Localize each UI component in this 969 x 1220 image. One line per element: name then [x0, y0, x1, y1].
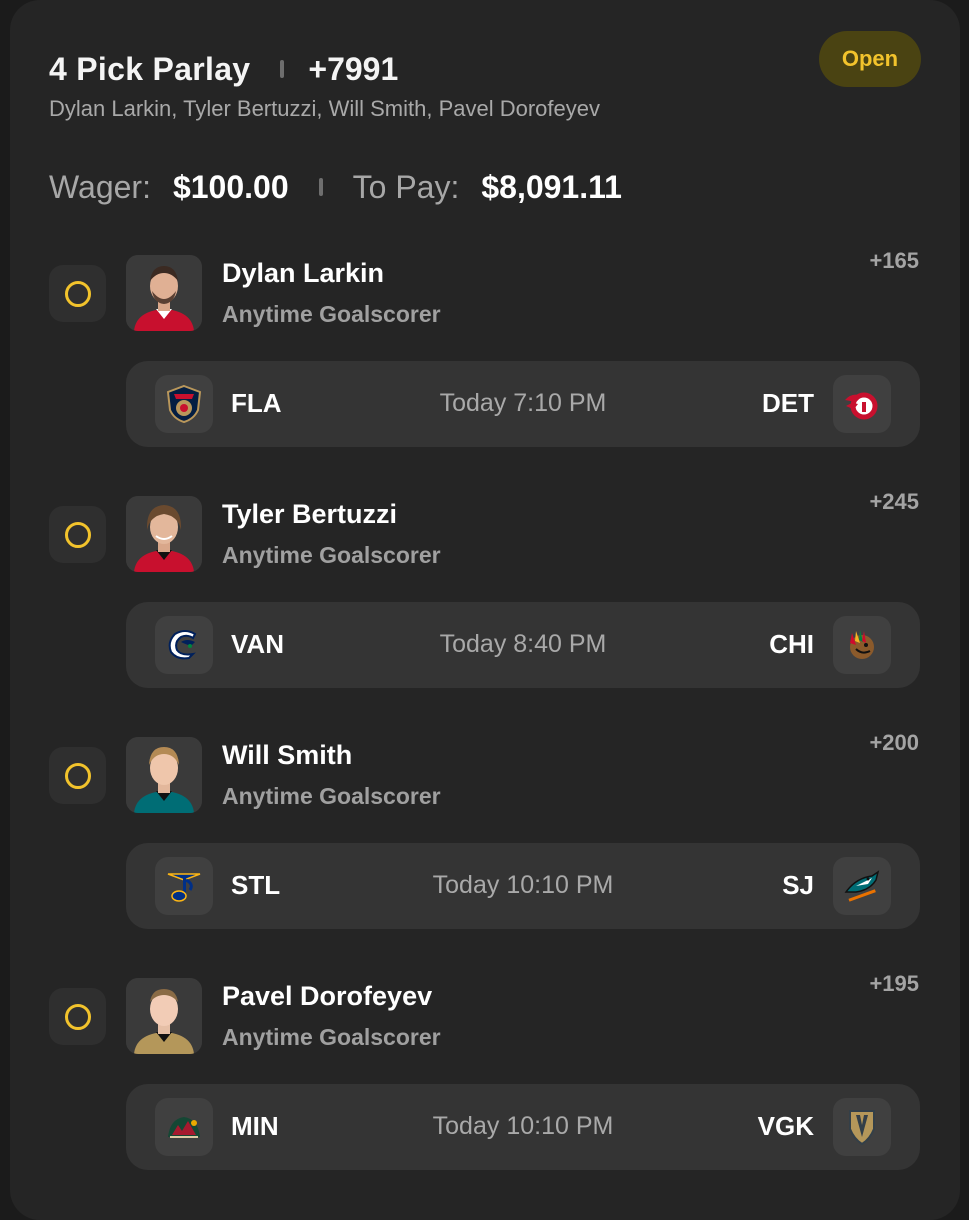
player-headshot-image	[126, 737, 202, 813]
pick-odds: +200	[869, 730, 919, 755]
market-label: Anytime Goalscorer	[222, 1024, 441, 1050]
pick-odds: +165	[869, 248, 919, 273]
player-name: Dylan Larkin	[222, 258, 385, 288]
title-divider	[280, 60, 285, 78]
pick-status-toggle[interactable]	[49, 988, 106, 1045]
wager-value: $100.00	[172, 168, 289, 205]
player-name: Tyler Bertuzzi	[222, 499, 398, 529]
title-row: 4 Pick Parlay +7991	[49, 50, 921, 88]
pending-circle-icon	[64, 762, 91, 789]
home-team: VGK	[757, 1111, 814, 1141]
golden-knights-logo-icon	[833, 1098, 891, 1156]
pick-status-toggle[interactable]	[49, 265, 106, 322]
to-pay-value: $8,091.11	[481, 168, 622, 205]
market-label: Anytime Goalscorer	[222, 542, 441, 568]
wager-divider	[318, 178, 323, 196]
home-team: SJ	[782, 870, 814, 900]
pick-row: Dylan Larkin Anytime Goalscorer +165 FLA…	[0, 248, 969, 455]
home-team: CHI	[769, 629, 814, 659]
game-matchup[interactable]: MIN Today 10:10 PM VGK	[126, 1084, 920, 1170]
player-headshot	[126, 978, 202, 1054]
blackhawks-logo-icon	[833, 616, 891, 674]
sharks-logo-icon	[833, 857, 891, 915]
status-badge: Open	[819, 31, 921, 87]
pending-circle-icon	[64, 1003, 91, 1030]
player-headshot	[126, 737, 202, 813]
wager-summary: Wager: $100.00 To Pay: $8,091.11	[49, 166, 622, 208]
pick-odds: +195	[869, 971, 919, 996]
market-label: Anytime Goalscorer	[222, 783, 441, 809]
pending-circle-icon	[64, 521, 91, 548]
game-matchup[interactable]: VAN Today 8:40 PM CHI	[126, 602, 920, 688]
player-name: Will Smith	[222, 740, 353, 770]
player-headshot	[126, 255, 202, 331]
pick-row: Pavel Dorofeyev Anytime Goalscorer +195 …	[0, 971, 969, 1178]
home-team: DET	[762, 388, 814, 418]
game-matchup[interactable]: STL Today 10:10 PM SJ	[126, 843, 920, 929]
to-pay-label: To Pay:	[352, 168, 460, 205]
red-wings-logo-icon	[833, 375, 891, 433]
parlay-header: 4 Pick Parlay +7991 Dylan Larkin, Tyler …	[49, 50, 921, 122]
player-headshot-image	[126, 978, 202, 1054]
pick-row: Will Smith Anytime Goalscorer +200 STL T…	[0, 730, 969, 937]
player-headshot-image	[126, 255, 202, 331]
parlay-title: 4 Pick Parlay	[49, 50, 251, 87]
game-matchup[interactable]: FLA Today 7:10 PM DET	[126, 361, 920, 447]
player-headshot	[126, 496, 202, 572]
pick-row: Tyler Bertuzzi Anytime Goalscorer +245 V…	[0, 489, 969, 696]
player-name: Pavel Dorofeyev	[222, 981, 433, 1011]
pick-status-toggle[interactable]	[49, 506, 106, 563]
wager-label: Wager:	[49, 168, 151, 205]
pick-odds: +245	[869, 489, 919, 514]
pending-circle-icon	[64, 280, 91, 307]
parlay-players-summary: Dylan Larkin, Tyler Bertuzzi, Will Smith…	[49, 96, 600, 121]
player-headshot-image	[126, 496, 202, 572]
parlay-total-odds: +7991	[308, 50, 399, 87]
pick-status-toggle[interactable]	[49, 747, 106, 804]
market-label: Anytime Goalscorer	[222, 301, 441, 327]
